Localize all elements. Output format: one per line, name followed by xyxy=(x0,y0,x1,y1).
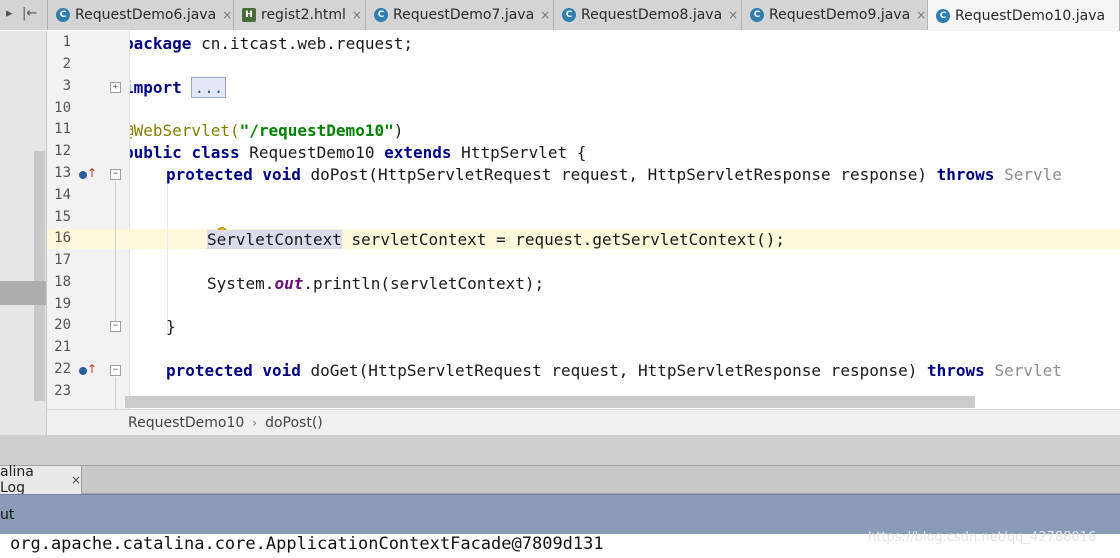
breadcrumb-method[interactable]: doPost() xyxy=(265,415,323,431)
project-panel-edge xyxy=(0,31,47,435)
tab-requestdemo8[interactable]: C RequestDemo8.java × xyxy=(554,0,742,30)
indent-guide xyxy=(167,175,168,335)
code-line-11: @WebServlet("/requestDemo10") xyxy=(130,121,404,140)
line-number: 16 xyxy=(54,230,71,246)
tab-catalina-log[interactable]: alina Log × xyxy=(0,464,82,496)
line-number: 1 xyxy=(62,34,71,50)
fold-collapse-icon[interactable]: − xyxy=(110,365,121,376)
selection-marker xyxy=(0,281,46,305)
tab-requestdemo7[interactable]: C RequestDemo7.java × xyxy=(366,0,554,30)
editor-tab-bar: ▸ |← C RequestDemo6.java × H regist2.htm… xyxy=(0,0,1120,31)
line-number: 21 xyxy=(54,339,71,355)
code-line-18: System.out.println(servletContext); xyxy=(207,274,545,293)
line-number: 23 xyxy=(54,383,71,399)
java-class-icon: C xyxy=(750,8,764,22)
watermark: https://blog.csdn.net/qq_42788016 xyxy=(868,530,1097,545)
close-icon[interactable]: × xyxy=(222,8,232,22)
tab-label: RequestDemo9.java xyxy=(769,7,911,23)
line-number: 22 xyxy=(54,361,71,377)
line-number: 20 xyxy=(54,317,71,333)
line-number: 14 xyxy=(54,187,71,203)
fold-collapse-icon[interactable]: − xyxy=(110,169,121,180)
tab-label: RequestDemo10.java xyxy=(955,7,1106,24)
tab-label: RequestDemo6.java xyxy=(75,7,217,23)
editor-gutter: 1 2 3 10 11 12 13 14 15 16 17 18 19 20 2… xyxy=(47,31,130,409)
tool-window-tabs: alina Log × xyxy=(0,464,1120,496)
line-number: 18 xyxy=(54,274,71,290)
tab-requestdemo10[interactable]: C RequestDemo10.java xyxy=(928,0,1120,31)
line-number: 11 xyxy=(54,121,71,137)
console-line: org.apache.catalina.core.ApplicationCont… xyxy=(10,534,604,554)
breadcrumb-class[interactable]: RequestDemo10 xyxy=(128,415,244,431)
close-icon[interactable]: × xyxy=(71,473,81,487)
highlighted-type: ServletContext xyxy=(207,230,342,249)
code-line-20: } xyxy=(166,317,176,336)
fold-guide xyxy=(115,181,116,321)
console-header: ut xyxy=(0,494,1120,534)
tab-requestdemo6[interactable]: C RequestDemo6.java × xyxy=(48,0,234,30)
tab-label: regist2.html xyxy=(261,7,346,23)
tab-scroll-arrow-icon[interactable]: ▸ xyxy=(6,6,13,21)
code-line-16: ServletContext servletContext = request.… xyxy=(207,230,785,249)
java-class-icon: C xyxy=(562,8,576,22)
code-line-12: public class RequestDemo10 extends HttpS… xyxy=(130,143,587,162)
line-number: 15 xyxy=(54,209,71,225)
tab-label: alina Log xyxy=(0,464,34,496)
code-editor[interactable]: package cn.itcast.web.request; import ..… xyxy=(130,31,1120,409)
line-number: 2 xyxy=(62,56,71,72)
tab-bar-controls: ▸ |← xyxy=(0,0,48,30)
java-class-icon: C xyxy=(936,8,950,23)
line-number: 17 xyxy=(54,252,71,268)
tab-label: RequestDemo7.java xyxy=(393,7,535,23)
fold-collapse-icon[interactable]: − xyxy=(110,321,121,332)
code-line-13: protected void doPost(HttpServletRequest… xyxy=(166,165,1062,184)
code-line-22: protected void doGet(HttpServletRequest … xyxy=(166,361,1062,380)
horizontal-scrollbar[interactable] xyxy=(125,396,975,408)
tab-requestdemo9[interactable]: C RequestDemo9.java × xyxy=(742,0,928,30)
close-icon[interactable]: × xyxy=(916,8,926,22)
fold-expand-icon[interactable]: + xyxy=(110,82,121,93)
java-class-icon: C xyxy=(56,8,70,22)
override-method-icon[interactable]: ↑ xyxy=(79,166,97,182)
console-header-label: ut xyxy=(0,507,15,523)
html-file-icon: H xyxy=(242,8,256,22)
close-icon[interactable]: × xyxy=(540,8,550,22)
java-class-icon: C xyxy=(374,8,388,22)
line-number: 3 xyxy=(62,78,71,94)
code-line-1: package cn.itcast.web.request; xyxy=(130,34,413,53)
line-number: 19 xyxy=(54,296,71,312)
line-number: 13 xyxy=(54,165,71,181)
collapse-tabs-icon[interactable]: |← xyxy=(22,6,37,21)
breadcrumb: RequestDemo10 › doPost() xyxy=(47,409,1120,435)
tool-window-divider xyxy=(0,435,1120,465)
line-number: 10 xyxy=(54,100,71,116)
override-method-icon[interactable]: ↑ xyxy=(79,362,97,378)
scrollbar-thumb[interactable] xyxy=(34,151,45,401)
tab-label: RequestDemo8.java xyxy=(581,7,723,23)
code-line-3: import ... xyxy=(130,77,227,98)
line-number: 12 xyxy=(54,143,71,159)
fold-guide xyxy=(115,377,116,409)
close-icon[interactable]: × xyxy=(352,8,362,22)
chevron-right-icon: › xyxy=(252,415,258,430)
folded-imports[interactable]: ... xyxy=(191,77,227,98)
tab-regist2-html[interactable]: H regist2.html × xyxy=(234,0,366,30)
close-icon[interactable]: × xyxy=(728,8,738,22)
